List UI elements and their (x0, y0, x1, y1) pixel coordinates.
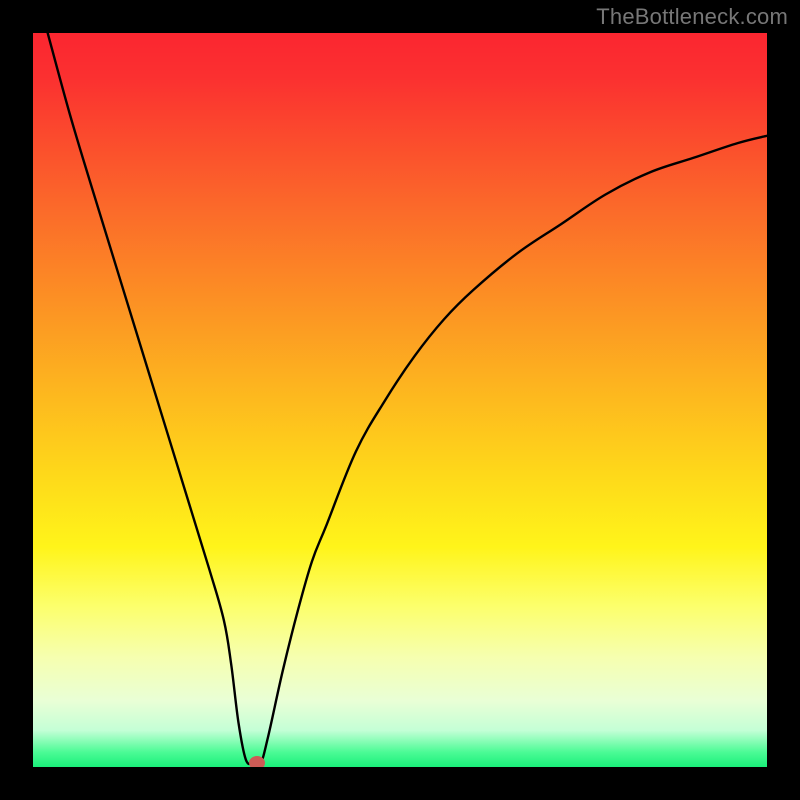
chart-frame: TheBottleneck.com (0, 0, 800, 800)
watermark-text: TheBottleneck.com (596, 4, 788, 30)
marker-dot (249, 756, 265, 767)
plot-area (33, 33, 767, 767)
bottleneck-curve (48, 33, 767, 766)
curve-svg (33, 33, 767, 767)
